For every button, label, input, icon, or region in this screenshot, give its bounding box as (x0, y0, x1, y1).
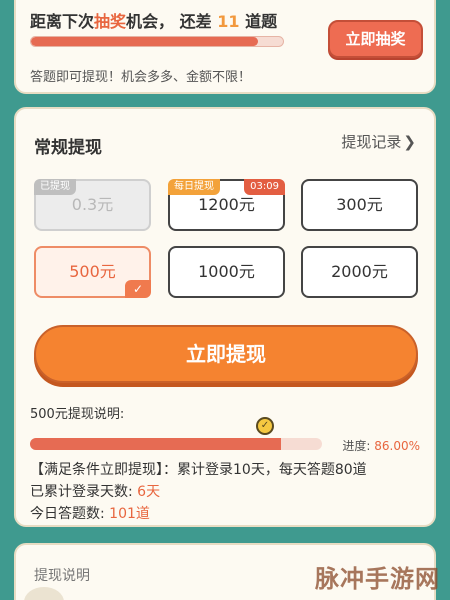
condition-text: 【满足条件立即提现】：累计登录10天，每天答题80道 (30, 462, 367, 478)
explain-title: 500元提现说明: (30, 407, 125, 422)
today-answers-label: 今日答题数: (30, 506, 105, 522)
lottery-progress-fill (31, 37, 258, 46)
login-days-label: 已累计登录天数: (30, 484, 133, 500)
amount-label: 300元 (336, 195, 383, 214)
withdrawn-tag: 已提现 (34, 179, 76, 195)
amount-label: 0.3元 (71, 195, 114, 214)
site-watermark: 脉冲手游网 (315, 565, 440, 593)
amount-label: 500元 (69, 262, 116, 281)
progress-percent: 86.00% (374, 439, 420, 453)
today-answers-value: 101道 (109, 506, 150, 522)
lottery-remain-count: 11 (217, 12, 240, 31)
progress-label: 进度: 86.00% (342, 437, 420, 454)
character-silhouette (24, 587, 64, 600)
amount-label: 1000元 (198, 262, 255, 281)
amount-option-500[interactable]: 500元 ✓ (34, 246, 151, 298)
withdraw-records-link[interactable]: 提现记录 ❯ (341, 131, 416, 152)
lottery-middle: 机会， (126, 12, 175, 31)
today-answers-line: 今日答题数: 101道 (30, 503, 150, 523)
lottery-keyword: 抽奖 (94, 12, 127, 31)
chevron-right-icon: ❯ (403, 133, 416, 151)
withdraw-records-label: 提现记录 (341, 133, 402, 151)
daily-tag: 每日提现 (168, 179, 220, 195)
checkmark-icon: ✓ (125, 280, 151, 298)
lottery-card: 距离下次抽奖机会， 还差 11 道题 立即抽奖 答题即可提现！机会多多、金额不限… (14, 0, 436, 94)
countdown-timer: 03:09 (244, 179, 285, 195)
withdraw-title: 常规提现 (34, 138, 102, 158)
lottery-progress-bar (30, 36, 284, 47)
amount-label: 2000元 (331, 262, 388, 281)
amount-option-1200[interactable]: 每日提现 03:09 1200元 (168, 179, 285, 231)
login-days-line: 已累计登录天数: 6天 (30, 481, 160, 501)
withdraw-progress-bar (30, 438, 322, 450)
amount-option-2000[interactable]: 2000元 (301, 246, 418, 298)
lottery-remain-suffix: 道题 (245, 12, 278, 31)
lottery-remain-prefix: 还差 (179, 12, 212, 31)
amount-label: 1200元 (198, 195, 255, 214)
instructions-title: 提现说明 (34, 568, 90, 584)
lottery-prefix: 距离下次 (30, 12, 95, 31)
progress-prefix: 进度: (342, 439, 375, 453)
check-circle-icon: ✓ (256, 417, 274, 435)
amount-option-300[interactable]: 300元 (301, 179, 418, 231)
withdraw-progress-fill (30, 438, 282, 450)
withdraw-button[interactable]: 立即提现 (34, 325, 418, 383)
lottery-countdown-text: 距离下次抽奖机会， 还差 11 道题 (30, 8, 277, 32)
withdraw-card: 常规提现 提现记录 ❯ 已提现 0.3元 每日提现 03:09 1200元 300… (14, 107, 436, 527)
amount-option-1000[interactable]: 1000元 (168, 246, 285, 298)
amount-option-0-3[interactable]: 已提现 0.3元 (34, 179, 151, 231)
lottery-subtitle: 答题即可提现！机会多多、金额不限！ (30, 70, 252, 85)
lottery-button[interactable]: 立即抽奖 (328, 20, 423, 58)
login-days-value: 6天 (137, 484, 161, 500)
